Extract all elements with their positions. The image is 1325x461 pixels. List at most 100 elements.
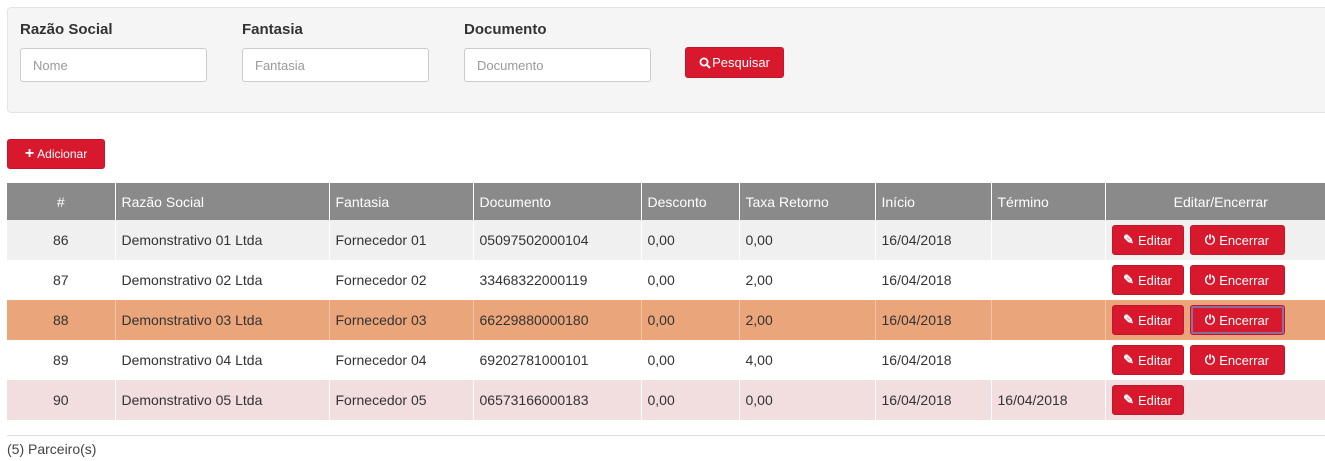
cell-actions: ✎ Editar [1105, 380, 1325, 420]
cell-termino: 16/04/2018 [991, 380, 1106, 420]
cell-termino [991, 300, 1106, 340]
table-row[interactable]: 87 Demonstrativo 02 Ltda Fornecedor 02 3… [7, 260, 1325, 300]
close-button-label: Encerrar [1219, 312, 1270, 328]
fantasia-label: Fantasia [242, 21, 303, 38]
col-header-fantasia[interactable]: Fantasia [329, 183, 474, 220]
search-button[interactable]: Pesquisar [685, 47, 784, 78]
cell-termino [991, 260, 1106, 300]
close-button[interactable]: ⏻ Encerrar [1189, 225, 1285, 255]
cell-id: 88 [7, 300, 116, 340]
table-header-row: # Razão Social Fantasia Documento Descon… [7, 183, 1325, 220]
cell-inicio: 16/04/2018 [875, 220, 992, 260]
cell-taxa-retorno: 4,00 [739, 340, 876, 380]
col-header-inicio[interactable]: Início [875, 183, 992, 220]
col-header-desconto[interactable]: Desconto [641, 183, 740, 220]
cell-desconto: 0,00 [641, 260, 740, 300]
cell-razao-social: Demonstrativo 04 Ltda [115, 340, 330, 380]
table-row[interactable]: 89 Demonstrativo 04 Ltda Fornecedor 04 6… [7, 340, 1325, 380]
edit-button-label: Editar [1137, 312, 1172, 328]
close-button-label: Encerrar [1219, 272, 1270, 288]
cell-razao-social: Demonstrativo 03 Ltda [115, 300, 330, 340]
cell-actions: ✎ Editar ⏻ Encerrar [1105, 300, 1325, 340]
cell-desconto: 0,00 [641, 380, 740, 420]
col-header-actions: Editar/Encerrar [1105, 183, 1325, 220]
cell-razao-social: Demonstrativo 05 Ltda [115, 380, 330, 420]
cell-fantasia: Fornecedor 05 [329, 380, 474, 420]
cell-id: 86 [7, 220, 116, 260]
razao-social-label: Razão Social [20, 21, 113, 38]
edit-button[interactable]: ✎ Editar [1111, 305, 1184, 335]
cell-fantasia: Fornecedor 02 [329, 260, 474, 300]
cell-actions: ✎ Editar ⏻ Encerrar [1105, 260, 1325, 300]
fantasia-filter: Fantasia [242, 21, 429, 82]
edit-button-label: Editar [1137, 352, 1172, 368]
cell-razao-social: Demonstrativo 02 Ltda [115, 260, 330, 300]
cell-fantasia: Fornecedor 04 [329, 340, 474, 380]
search-button-label: Pesquisar [712, 55, 770, 70]
cell-fantasia: Fornecedor 01 [329, 220, 474, 260]
cell-fantasia: Fornecedor 03 [329, 300, 474, 340]
close-button[interactable]: ⏻ Encerrar [1189, 265, 1285, 295]
partners-table: # Razão Social Fantasia Documento Descon… [7, 183, 1325, 420]
edit-icon: ✎ [1123, 392, 1134, 407]
footer-divider [7, 435, 1325, 436]
record-count: (5) Parceiro(s) [7, 441, 97, 457]
cell-inicio: 16/04/2018 [875, 340, 992, 380]
edit-icon: ✎ [1123, 272, 1134, 287]
edit-button[interactable]: ✎ Editar [1111, 345, 1184, 375]
cell-documento: 05097502000104 [473, 220, 642, 260]
cell-desconto: 0,00 [641, 220, 740, 260]
cell-taxa-retorno: 2,00 [739, 300, 876, 340]
cell-desconto: 0,00 [641, 340, 740, 380]
documento-filter: Documento [464, 21, 651, 82]
edit-button[interactable]: ✎ Editar [1111, 265, 1184, 295]
col-header-taxa-retorno[interactable]: Taxa Retorno [739, 183, 876, 220]
power-icon: ⏻ [1204, 232, 1216, 247]
edit-button[interactable]: ✎ Editar [1111, 225, 1184, 255]
cell-documento: 69202781000101 [473, 340, 642, 380]
cell-razao-social: Demonstrativo 01 Ltda [115, 220, 330, 260]
edit-button-label: Editar [1137, 232, 1172, 248]
col-header-termino[interactable]: Término [991, 183, 1106, 220]
power-icon: ⏻ [1204, 272, 1216, 287]
table-row-selected[interactable]: 88 Demonstrativo 03 Ltda Fornecedor 03 6… [7, 300, 1325, 340]
edit-icon: ✎ [1123, 312, 1134, 327]
table-row-closed[interactable]: 90 Demonstrativo 05 Ltda Fornecedor 05 0… [7, 380, 1325, 420]
edit-button-label: Editar [1137, 392, 1172, 408]
close-button[interactable]: ⏻ Encerrar [1189, 345, 1285, 375]
cell-taxa-retorno: 0,00 [739, 220, 876, 260]
table-row[interactable]: 86 Demonstrativo 01 Ltda Fornecedor 01 0… [7, 220, 1325, 260]
cell-inicio: 16/04/2018 [875, 380, 992, 420]
cell-id: 87 [7, 260, 116, 300]
cell-documento: 66229880000180 [473, 300, 642, 340]
cell-id: 90 [7, 380, 116, 420]
col-header-id[interactable]: # [7, 183, 116, 220]
cell-actions: ✎ Editar ⏻ Encerrar [1105, 220, 1325, 260]
cell-taxa-retorno: 0,00 [739, 380, 876, 420]
power-icon: ⏻ [1204, 312, 1216, 327]
edit-button-label: Editar [1137, 272, 1172, 288]
edit-icon: ✎ [1123, 352, 1134, 367]
cell-taxa-retorno: 2,00 [739, 260, 876, 300]
cell-documento: 06573166000183 [473, 380, 642, 420]
razao-social-filter: Razão Social [20, 21, 207, 82]
razao-social-input[interactable] [20, 48, 207, 82]
filter-panel: Razão Social Fantasia Documento Pesquisa… [7, 7, 1325, 113]
add-button-label: Adicionar [37, 147, 88, 161]
cell-id: 89 [7, 340, 116, 380]
documento-input[interactable] [464, 48, 651, 82]
add-button[interactable]: + Adicionar [7, 139, 105, 169]
edit-icon: ✎ [1123, 232, 1134, 247]
fantasia-input[interactable] [242, 48, 429, 82]
cell-desconto: 0,00 [641, 300, 740, 340]
cell-documento: 33468322000119 [473, 260, 642, 300]
close-button-label: Encerrar [1219, 352, 1270, 368]
documento-label: Documento [464, 21, 547, 38]
close-button[interactable]: ⏻ Encerrar [1189, 305, 1285, 335]
edit-button[interactable]: ✎ Editar [1111, 385, 1184, 415]
col-header-documento[interactable]: Documento [473, 183, 642, 220]
close-button-label: Encerrar [1219, 232, 1270, 248]
col-header-razao-social[interactable]: Razão Social [115, 183, 330, 220]
cell-actions: ✎ Editar ⏻ Encerrar [1105, 340, 1325, 380]
cell-inicio: 16/04/2018 [875, 260, 992, 300]
